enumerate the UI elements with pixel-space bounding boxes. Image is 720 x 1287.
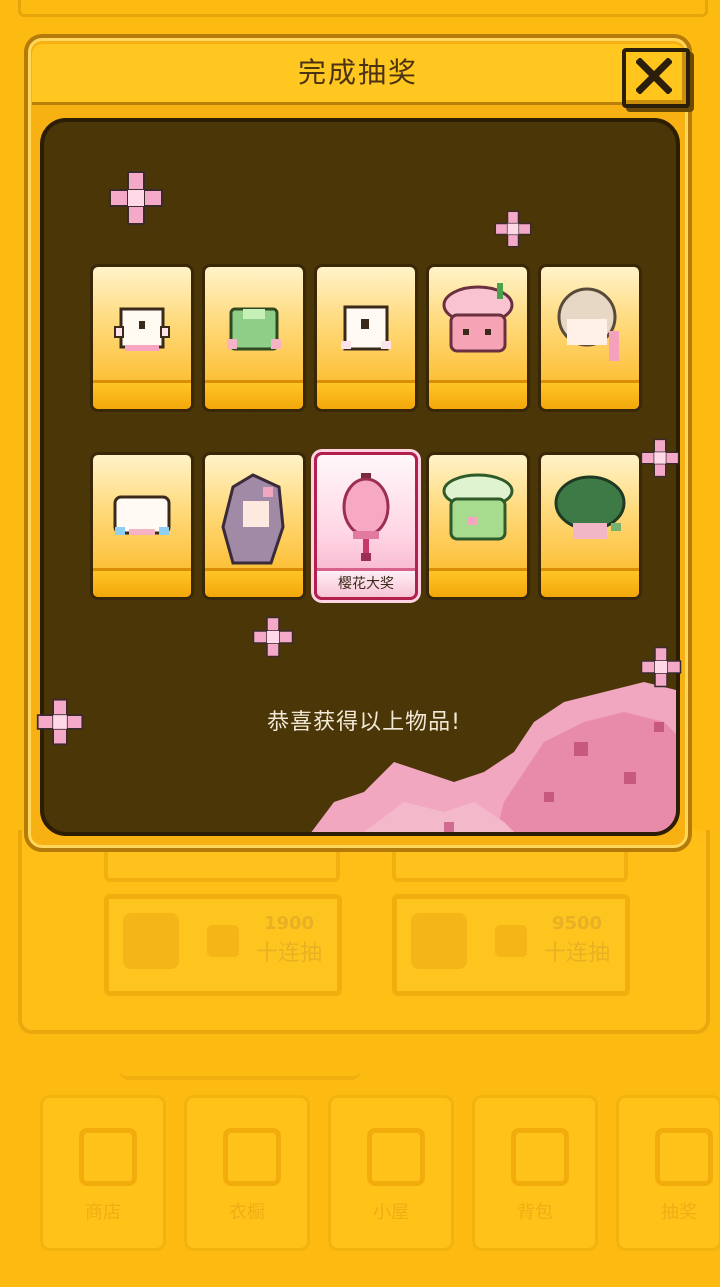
wardrobe-icon [223, 1128, 281, 1186]
flower-coin-icon [207, 925, 239, 957]
sakura-flower-icon [494, 210, 532, 248]
gem-coin-icon [495, 925, 527, 957]
card-strip [205, 568, 303, 597]
card-strip [205, 380, 303, 409]
prize-card-purple-long-hair[interactable] [202, 452, 306, 600]
tab-label: 商店 [85, 1202, 121, 1223]
sakura-flower-icon [640, 438, 680, 478]
card-caption [93, 571, 191, 597]
white-dress-icon [341, 305, 391, 351]
card-caption [317, 383, 415, 409]
blonde-hair-icon [557, 287, 619, 361]
card-strip [93, 568, 191, 597]
bag-icon [511, 1128, 569, 1186]
tab-house: 小屋 [328, 1095, 454, 1251]
background-top-bar [18, 0, 708, 17]
pink-lantern-icon [342, 473, 390, 561]
price-label: 9500 [551, 913, 603, 934]
card-strip: 樱花大奖 [317, 568, 415, 597]
sakura-flower-icon [252, 616, 294, 658]
lucky-bag-icon [123, 913, 179, 969]
pencil-icon [655, 1128, 713, 1186]
prize-card-green-shirt[interactable] [202, 264, 306, 412]
close-button[interactable] [622, 48, 690, 108]
sakura-flower-icon [109, 171, 163, 225]
tab-label: 抽奖 [661, 1202, 697, 1223]
draw-label: 十连抽 [543, 941, 610, 966]
white-top-icon [114, 307, 170, 351]
green-cupcake-icon [442, 473, 514, 541]
card-strip [541, 568, 639, 597]
tab-wardrobe: 衣橱 [184, 1095, 310, 1251]
card-strip [93, 380, 191, 409]
card-strip [429, 568, 527, 597]
white-puff-shirt-icon [113, 495, 171, 535]
prize-card-white-cube-top[interactable] [90, 264, 194, 412]
card-caption [205, 571, 303, 597]
tab-label: 小屋 [373, 1202, 409, 1223]
ten-draw-button-flower: 1900 十连抽 [104, 894, 342, 996]
prize-card-blonde-hair[interactable] [538, 264, 642, 412]
draw-label: 十连抽 [255, 941, 322, 966]
card-caption [541, 383, 639, 409]
price-label: 1900 [263, 913, 315, 934]
prize-card-pink-lantern-grand[interactable]: 樱花大奖 [314, 452, 418, 600]
shop-icon [79, 1128, 137, 1186]
card-strip [317, 380, 415, 409]
purple-hair-icon [221, 473, 285, 565]
prize-card-white-puff-shirt[interactable] [90, 452, 194, 600]
tab-label: 背包 [517, 1202, 553, 1223]
prize-card-green-cupcake-hat[interactable] [426, 452, 530, 600]
prize-card-white-cube-dress[interactable] [314, 264, 418, 412]
card-caption [205, 383, 303, 409]
card-caption [429, 571, 527, 597]
draw-result-dialog: 完成抽奖 樱花大奖 恭喜获得以上物品! [24, 34, 692, 852]
card-caption [429, 383, 527, 409]
card-strip [541, 380, 639, 409]
prize-card-pink-cupcake-hat[interactable] [426, 264, 530, 412]
ten-draw-button-gem: 9500 十连抽 [392, 894, 630, 996]
sakura-flower-icon [36, 698, 84, 746]
pink-cupcake-icon [442, 283, 514, 353]
house-icon [367, 1128, 425, 1186]
congrats-message: 恭喜获得以上物品! [267, 710, 461, 735]
tab-label: 衣橱 [229, 1202, 265, 1223]
sakura-flower-icon [640, 646, 682, 688]
dialog-title: 完成抽奖 [297, 56, 418, 89]
close-icon [636, 58, 672, 94]
green-bush-icon [554, 475, 626, 539]
background-divider [120, 1040, 360, 1080]
grand-prize-caption: 樱花大奖 [338, 576, 394, 592]
card-strip [429, 380, 527, 409]
lucky-bag-icon [411, 913, 467, 969]
card-caption [541, 571, 639, 597]
dialog-header: 完成抽奖 [32, 44, 690, 108]
tab-bag: 背包 [472, 1095, 598, 1251]
tab-shop: 商店 [40, 1095, 166, 1251]
tab-gacha: 抽奖 [616, 1095, 720, 1251]
green-shirt-icon [227, 307, 281, 351]
background-tab-bar: 商店 衣橱 小屋 背包 抽奖 [40, 1095, 720, 1251]
prize-card-green-bush-hat[interactable] [538, 452, 642, 600]
card-caption [93, 383, 191, 409]
